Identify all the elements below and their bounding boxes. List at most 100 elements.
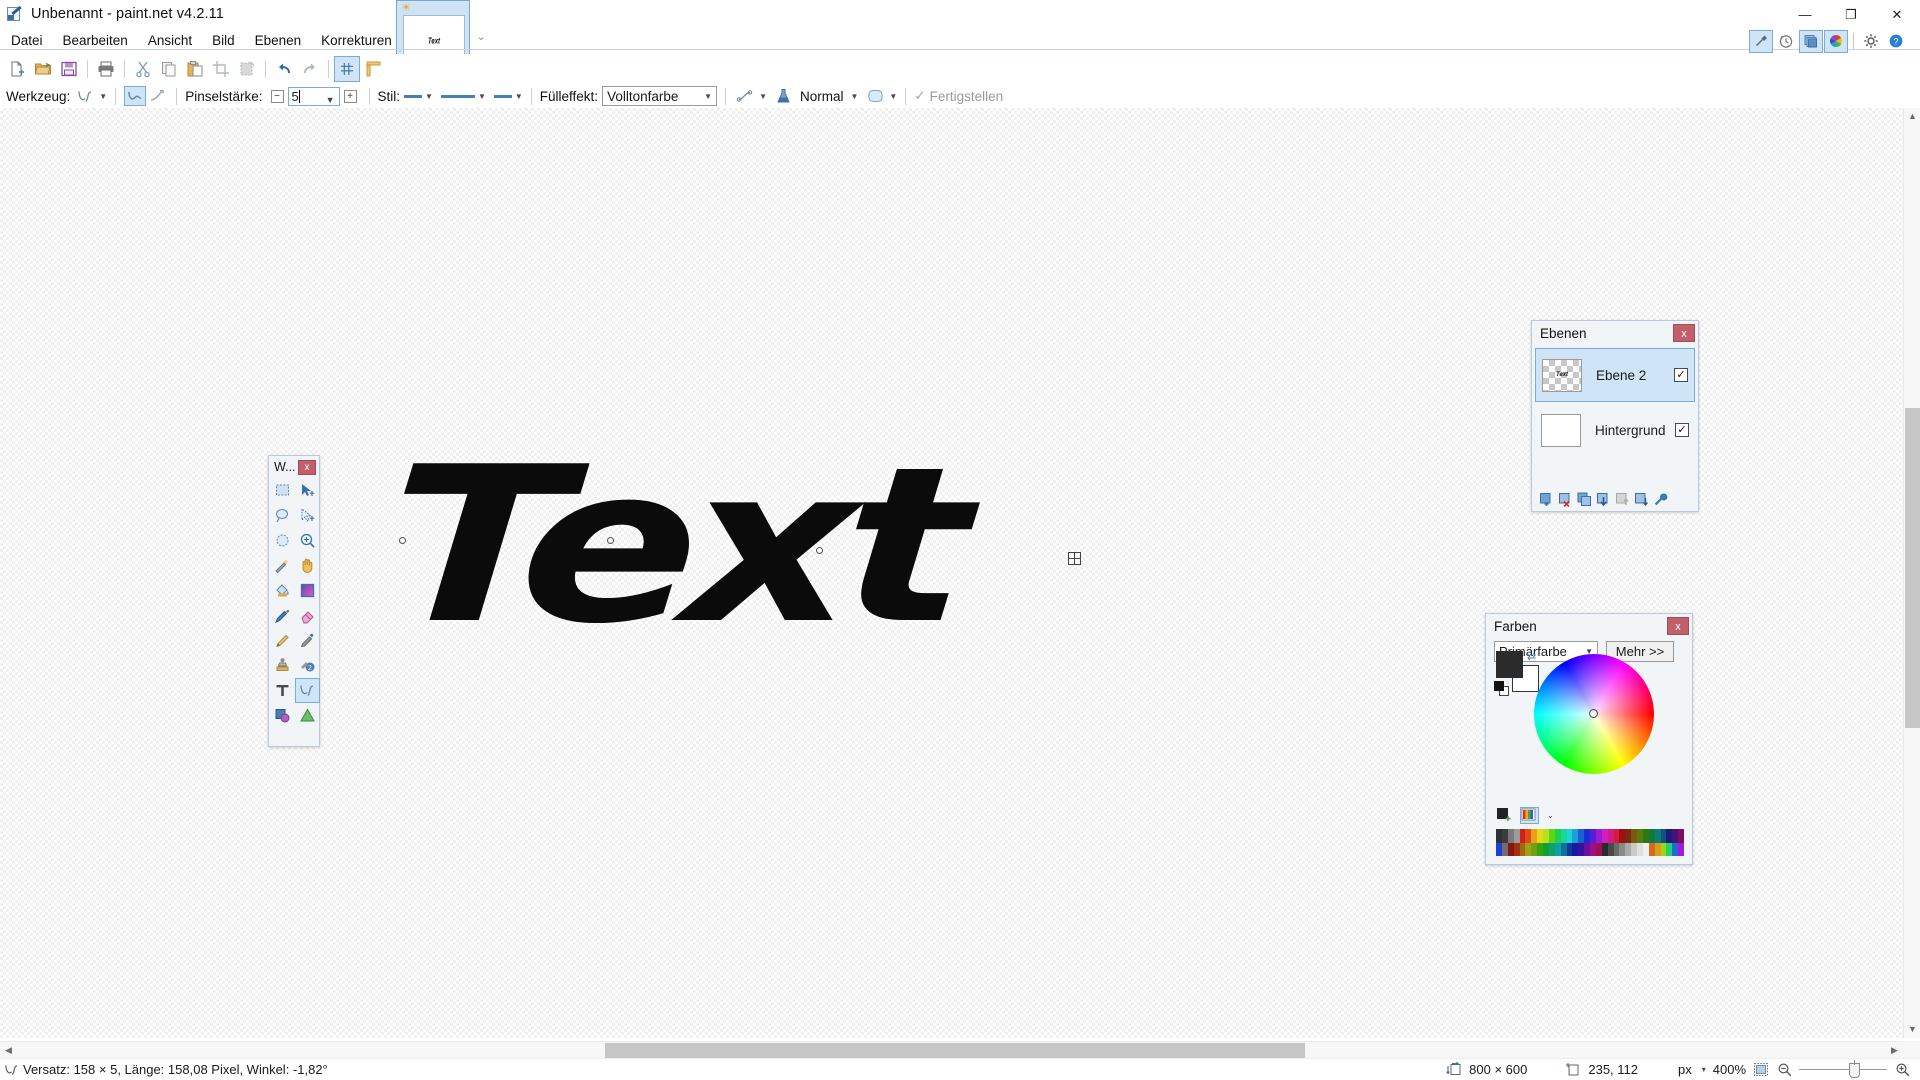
tool-line-curve[interactable] <box>295 678 320 703</box>
tool-color-picker[interactable] <box>295 628 320 653</box>
menu-ebenen[interactable]: Ebenen <box>246 30 311 51</box>
colors-panel-titlebar[interactable]: Farben x <box>1486 614 1692 638</box>
merge-layer-down-button[interactable] <box>1595 491 1612 508</box>
layer-row-hintergrund[interactable]: Hintergrund ✓ <box>1535 403 1695 457</box>
unit-caret-icon[interactable]: ▾ <box>1702 1065 1706 1074</box>
tool-ellipse-select[interactable] <box>270 528 295 553</box>
print-button[interactable] <box>93 56 119 82</box>
finish-button[interactable]: Fertigstellen <box>930 89 1004 104</box>
current-tool-icon[interactable] <box>74 86 96 106</box>
blend-mode-button[interactable] <box>773 86 795 106</box>
layers-panel-close-button[interactable]: x <box>1673 324 1695 342</box>
swap-colors-icon[interactable]: ⇄ <box>1527 650 1536 663</box>
horizontal-scrollbar[interactable]: ◀ ▶ <box>0 1041 1920 1058</box>
tool-paintbrush[interactable] <box>270 603 295 628</box>
cut-button[interactable] <box>130 56 156 82</box>
tool-pan[interactable] <box>295 553 320 578</box>
tool-clone-stamp[interactable] <box>270 653 295 678</box>
status-unit[interactable]: px <box>1678 1062 1692 1077</box>
maximize-restore-button[interactable]: ❐ <box>1828 0 1874 28</box>
move-layer-down-button[interactable] <box>1633 491 1650 508</box>
layers-panel-titlebar[interactable]: Ebenen x <box>1532 321 1698 345</box>
vertical-scrollbar[interactable]: ▲ ▼ <box>1903 108 1920 1038</box>
move-layer-up-button[interactable] <box>1614 491 1631 508</box>
tools-window-toggle[interactable] <box>1749 30 1773 53</box>
curve-control-point-1[interactable] <box>399 537 406 544</box>
tool-text[interactable] <box>270 678 295 703</box>
menu-bild[interactable]: Bild <box>203 30 244 51</box>
zoom-slider-knob[interactable] <box>1849 1063 1860 1078</box>
undo-button[interactable] <box>271 56 297 82</box>
delete-layer-button[interactable] <box>1557 491 1574 508</box>
tool-zoom[interactable] <box>295 528 320 553</box>
close-button[interactable]: ✕ <box>1874 0 1920 28</box>
tool-shapes[interactable] <box>270 703 295 728</box>
zoom-in-button[interactable] <box>1894 1062 1910 1077</box>
menu-bearbeiten[interactable]: Bearbeiten <box>54 30 137 51</box>
brush-width-input[interactable]: 5 ▼ <box>288 87 340 106</box>
line-cap-start-caret-icon[interactable]: ▼ <box>478 92 486 101</box>
tool-move-selected[interactable] <box>295 478 320 503</box>
tool-gradient[interactable] <box>295 578 320 603</box>
layer-visibility-checkbox-hintergrund[interactable]: ✓ <box>1675 423 1689 437</box>
tool-rectangle-select[interactable] <box>270 478 295 503</box>
tool-dropdown-caret-icon[interactable]: ▼ <box>99 92 107 101</box>
new-button[interactable] <box>4 56 30 82</box>
grid-button[interactable] <box>334 56 360 82</box>
draw-filled-shape-mode[interactable] <box>124 86 146 106</box>
layers-window-toggle[interactable] <box>1799 30 1823 53</box>
palette-swatch-0-31[interactable] <box>1678 829 1684 843</box>
save-button[interactable] <box>56 56 82 82</box>
vertical-scroll-thumb[interactable] <box>1905 408 1920 728</box>
curve-control-point-2[interactable] <box>607 537 614 544</box>
layer-properties-button[interactable] <box>1652 491 1669 508</box>
palette-select-button[interactable] <box>1520 807 1539 824</box>
primary-color-swatch[interactable] <box>1496 651 1523 678</box>
copy-button[interactable] <box>156 56 182 82</box>
dash-style-dropdown[interactable] <box>404 95 422 98</box>
tool-eraser[interactable] <box>295 603 320 628</box>
rulers-button[interactable] <box>360 56 386 82</box>
color-palette[interactable] <box>1496 829 1684 856</box>
tools-panel-close-button[interactable]: x <box>298 460 316 475</box>
colors-window-toggle[interactable] <box>1824 30 1848 53</box>
tools-panel-titlebar[interactable]: W... x <box>269 456 319 478</box>
tool-effects[interactable] <box>295 703 320 728</box>
line-cap-end-dropdown[interactable] <box>494 95 512 98</box>
scroll-up-button[interactable]: ▲ <box>1904 108 1920 125</box>
fit-to-window-button[interactable] <box>1753 1062 1769 1077</box>
redo-button[interactable] <box>297 56 323 82</box>
palette-caret-icon[interactable]: ⌄ <box>1547 811 1554 820</box>
scroll-right-button[interactable]: ▶ <box>1886 1042 1903 1059</box>
tool-recolor[interactable]: 2 <box>295 653 320 678</box>
selection-mode-caret-icon[interactable]: ▼ <box>889 92 897 101</box>
colors-panel-close-button[interactable]: x <box>1667 617 1689 635</box>
layer-visibility-checkbox-ebene-2[interactable]: ✓ <box>1674 368 1688 382</box>
chevron-down-icon[interactable]: ⌄ <box>474 30 488 44</box>
tool-paint-bucket[interactable] <box>270 578 295 603</box>
reset-colors-icon[interactable] <box>1494 681 1510 697</box>
brush-width-increase-button[interactable]: + <box>344 90 357 103</box>
open-button[interactable] <box>30 56 56 82</box>
paste-button[interactable] <box>182 56 208 82</box>
menu-ansicht[interactable]: Ansicht <box>139 30 201 51</box>
deselect-button[interactable] <box>234 56 260 82</box>
draw-outline-mode[interactable] <box>146 86 168 106</box>
antialiasing-button[interactable] <box>734 86 756 106</box>
tool-lasso-select[interactable] <box>270 503 295 528</box>
menu-datei[interactable]: Datei <box>2 30 52 51</box>
dash-style-caret-icon[interactable]: ▼ <box>425 92 433 101</box>
brush-width-dropdown-caret-icon[interactable]: ▼ <box>326 92 335 109</box>
add-layer-button[interactable] <box>1538 491 1555 508</box>
blend-mode-caret-icon[interactable]: ▼ <box>851 92 859 101</box>
curve-control-point-3[interactable] <box>816 547 823 554</box>
tool-magic-wand[interactable] <box>270 553 295 578</box>
palette-swatch-1-31[interactable] <box>1678 843 1684 857</box>
help-button[interactable]: ? <box>1884 30 1908 53</box>
menu-korrekturen[interactable]: Korrekturen <box>312 30 401 51</box>
color-wheel-cursor[interactable] <box>1589 709 1598 718</box>
scroll-down-button[interactable]: ▼ <box>1904 1021 1920 1038</box>
brush-width-decrease-button[interactable]: − <box>271 90 284 103</box>
duplicate-layer-button[interactable] <box>1576 491 1593 508</box>
tool-move-selection[interactable] <box>295 503 320 528</box>
